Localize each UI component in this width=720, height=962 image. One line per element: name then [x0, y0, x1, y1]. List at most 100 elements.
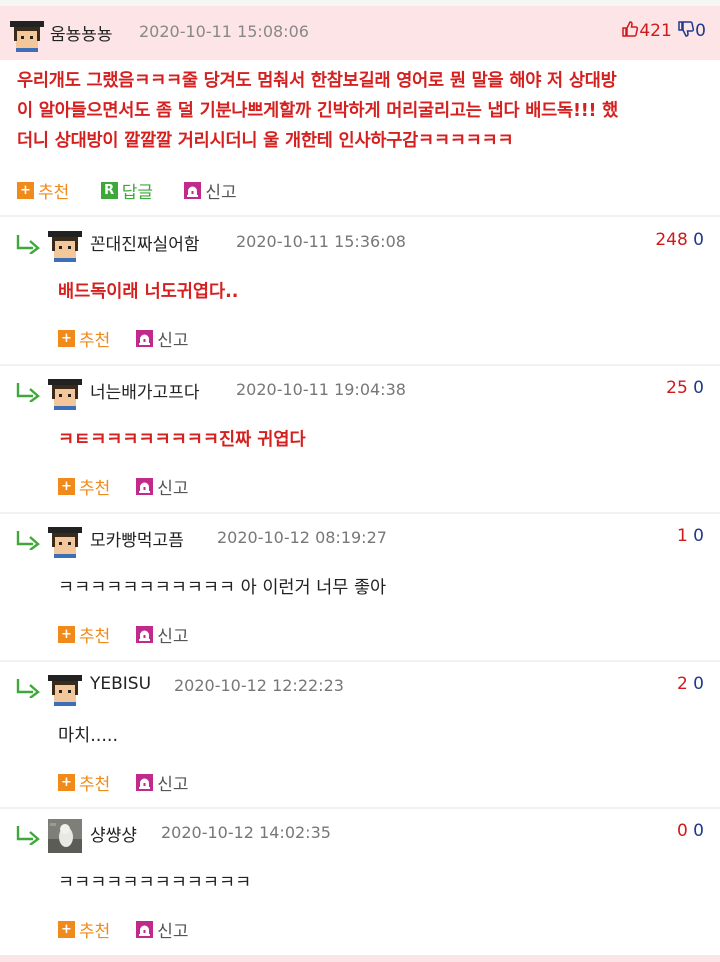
comment-item: 꼰대진짜실어함 2020-10-11 15:36:08 248 0 배드독이래 너도귀… — [0, 226, 720, 366]
post-header: 움뇽뇽뇽 2020-10-11 15:08:06 421 0 — [0, 6, 720, 60]
report-button[interactable]: 신고 — [136, 770, 189, 795]
divider — [0, 364, 720, 366]
recommend-label: 추천 — [38, 183, 70, 203]
pixel-avatar-icon[interactable] — [48, 524, 82, 558]
siren-icon — [136, 774, 154, 791]
comment-downvote-count[interactable]: 0 — [693, 230, 704, 250]
reply-label: 답글 — [121, 183, 153, 203]
report-button[interactable]: 신고 — [184, 178, 237, 203]
comment-upvote-count[interactable]: 248 — [655, 230, 687, 250]
comment-upvote-count[interactable]: 25 — [666, 378, 688, 398]
post-author-nickname[interactable]: 움뇽뇽뇽 — [50, 20, 113, 45]
comment-timestamp: 2020-10-12 08:19:27 — [217, 528, 387, 547]
comment-downvote-count[interactable]: 0 — [693, 378, 704, 398]
post-body-line: 더니 상대방이 깔깔깔 거리시더니 울 개한테 인사하구감ㅋㅋㅋㅋㅋㅋ — [17, 131, 514, 151]
post-body: 우리개도 그랬음ㅋㅋㅋ줄 당겨도 멈춰서 한참보길래 영어로 뭔 말을 해야 저… — [17, 66, 709, 156]
thumbs-up-icon[interactable] — [621, 20, 639, 43]
post-votes: 421 0 — [621, 20, 706, 43]
recommend-label: 추천 — [79, 775, 111, 795]
plus-icon: + — [58, 774, 75, 791]
divider — [0, 660, 720, 662]
plus-icon: + — [17, 182, 34, 199]
siren-icon — [136, 921, 154, 938]
comment-downvote-count[interactable]: 0 — [693, 674, 704, 694]
divider — [0, 215, 720, 217]
reply-arrow-icon — [15, 234, 41, 255]
comment-author-nickname[interactable]: 꼰대진짜실어함 — [90, 230, 199, 255]
comment-votes: 2 0 — [677, 674, 704, 694]
report-button[interactable]: 신고 — [136, 474, 189, 499]
post-downvote-count: 0 — [695, 21, 706, 41]
pixel-avatar-icon[interactable] — [48, 228, 82, 262]
reply-icon: R — [100, 182, 118, 199]
thumbs-down-icon[interactable] — [677, 20, 695, 43]
siren-icon — [136, 330, 154, 347]
reply-arrow-icon — [15, 530, 41, 551]
pixel-avatar-icon[interactable] — [48, 376, 82, 410]
comment-author-nickname[interactable]: 모카빵먹고픔 — [90, 526, 184, 551]
comment-downvote-count[interactable]: 0 — [693, 526, 704, 546]
divider — [0, 807, 720, 809]
reply-button[interactable]: R 답글 — [100, 178, 153, 203]
recommend-button[interactable]: + 추천 — [58, 770, 110, 795]
reply-arrow-icon — [15, 382, 41, 403]
photo-avatar-icon[interactable] — [48, 819, 82, 853]
report-button[interactable]: 신고 — [136, 622, 189, 647]
recommend-label: 추천 — [79, 627, 111, 647]
comment-author-nickname[interactable]: 너는배가고프다 — [90, 378, 199, 403]
report-label: 신고 — [157, 331, 189, 351]
report-button[interactable]: 신고 — [136, 326, 189, 351]
comment-timestamp: 2020-10-11 19:04:38 — [236, 380, 406, 399]
recommend-button[interactable]: + 추천 — [17, 178, 69, 203]
comment-upvote-count[interactable]: 1 — [677, 526, 688, 546]
comment-text: 마치..... — [58, 726, 119, 746]
comment-author-nickname[interactable]: YEBISU — [90, 674, 151, 694]
report-label: 신고 — [205, 183, 237, 203]
comment-timestamp: 2020-10-11 15:36:08 — [236, 232, 406, 251]
siren-icon — [136, 626, 154, 643]
recommend-label: 추천 — [79, 922, 111, 942]
recommend-label: 추천 — [79, 331, 111, 351]
recommend-button[interactable]: + 추천 — [58, 622, 110, 647]
recommend-button[interactable]: + 추천 — [58, 474, 110, 499]
plus-icon: + — [58, 921, 75, 938]
report-button[interactable]: 신고 — [136, 917, 189, 942]
comment-item: 너는배가고프다 2020-10-11 19:04:38 25 0 ㅋㅌㅋㅋㅋㅋㅋㅋㅋㅋ… — [0, 374, 720, 514]
comment-item: 샹썅샹 2020-10-12 14:02:35 0 0 ㅋㅋㅋㅋㅋㅋㅋㅋㅋㅋㅋㅋ + 추천… — [0, 817, 720, 957]
comment-downvote-count[interactable]: 0 — [693, 821, 704, 841]
comment-timestamp: 2020-10-12 12:22:23 — [174, 676, 344, 695]
comment-votes: 248 0 — [655, 230, 704, 250]
plus-icon: + — [58, 626, 75, 643]
post-timestamp: 2020-10-11 15:08:06 — [139, 22, 309, 41]
post-actions: + 추천 R 답글 신고 — [17, 178, 263, 203]
comment-actions: + 추천 신고 — [58, 474, 215, 499]
divider — [0, 512, 720, 514]
recommend-button[interactable]: + 추천 — [58, 917, 110, 942]
comment-text: 배드독이래 너도귀엽다.. — [58, 282, 239, 302]
plus-icon: + — [58, 478, 75, 495]
report-label: 신고 — [157, 479, 189, 499]
comment-timestamp: 2020-10-12 14:02:35 — [161, 823, 331, 842]
comment-upvote-count[interactable]: 2 — [677, 674, 688, 694]
comment-text: ㅋㅋㅋㅋㅋㅋㅋㅋㅋㅋㅋ 아 이런거 너무 좋아 — [58, 578, 387, 598]
comment-text: ㅋㅌㅋㅋㅋㅋㅋㅋㅋㅋ진짜 귀엽다 — [58, 430, 306, 450]
post-body-line: 이 알아들으면서도 좀 덜 기분나쁘게할까 긴박하게 머리굴리고는 냅다 배드독… — [17, 101, 619, 121]
bottom-strip — [0, 955, 720, 962]
comment-upvote-count[interactable]: 0 — [677, 821, 688, 841]
reply-arrow-icon — [15, 825, 41, 846]
comment-votes: 25 0 — [666, 378, 704, 398]
pixel-avatar-icon[interactable] — [10, 18, 44, 52]
pixel-avatar-icon[interactable] — [48, 672, 82, 706]
comment-votes: 0 0 — [677, 821, 704, 841]
recommend-button[interactable]: + 추천 — [58, 326, 110, 351]
comment-actions: + 추천 신고 — [58, 917, 215, 942]
comment-votes: 1 0 — [677, 526, 704, 546]
reply-arrow-icon — [15, 678, 41, 699]
report-label: 신고 — [157, 775, 189, 795]
comment-actions: + 추천 신고 — [58, 770, 215, 795]
post-upvote-count: 421 — [639, 21, 672, 41]
comment-author-nickname[interactable]: 샹썅샹 — [90, 821, 137, 846]
post-body-line: 우리개도 그랬음ㅋㅋㅋ줄 당겨도 멈춰서 한참보길래 영어로 뭔 말을 해야 저… — [17, 71, 617, 91]
comment-text: ㅋㅋㅋㅋㅋㅋㅋㅋㅋㅋㅋㅋ — [58, 873, 252, 893]
comment-actions: + 추천 신고 — [58, 622, 215, 647]
